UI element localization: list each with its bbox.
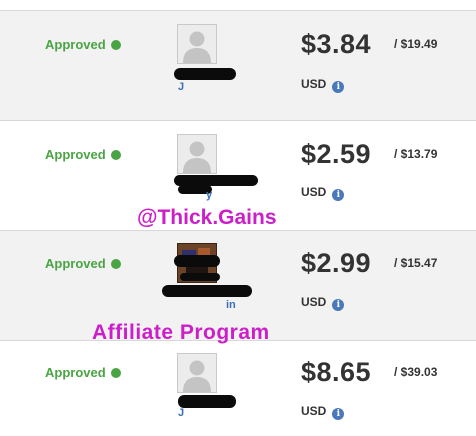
status-dot-icon [110, 40, 121, 50]
status-label: Approved [45, 365, 121, 381]
status-dot-icon [110, 368, 121, 378]
status-text: Approved [45, 147, 106, 162]
transaction-row: Approved J $3.84 / $19.49 USD i [0, 10, 476, 120]
status-text: Approved [45, 256, 106, 271]
info-icon[interactable]: i [332, 408, 345, 420]
redaction-mark [174, 255, 220, 267]
currency-label: USD i [301, 404, 345, 420]
currency-text: USD [301, 185, 327, 199]
info-icon[interactable]: i [332, 81, 345, 93]
user-link[interactable]: J [178, 407, 184, 420]
user-link[interactable]: y [206, 189, 212, 202]
status-label: Approved [45, 256, 121, 272]
currency-text: USD [301, 295, 327, 309]
status-label: Approved [45, 37, 121, 53]
user-avatar[interactable] [177, 353, 217, 393]
watermark-handle: @Thick.Gains [137, 206, 277, 229]
default-avatar-icon [183, 360, 211, 392]
status-label: Approved [45, 147, 121, 163]
default-avatar-icon [183, 141, 211, 173]
status-dot-icon [110, 259, 121, 269]
default-avatar-icon [183, 31, 211, 63]
watermark-caption: Affiliate Program [92, 321, 270, 344]
currency-label: USD i [301, 77, 345, 93]
redaction-mark [162, 285, 252, 297]
currency-text: USD [301, 404, 327, 418]
status-text: Approved [45, 37, 106, 52]
info-icon[interactable]: i [332, 189, 345, 201]
status-dot-icon [110, 150, 121, 160]
user-link[interactable]: J [178, 81, 184, 94]
redaction-mark [180, 273, 220, 281]
order-total: / $15.47 [394, 256, 438, 270]
redaction-mark [178, 395, 236, 408]
commission-amount: $8.65 [301, 357, 372, 387]
commission-amount: $2.59 [301, 139, 372, 169]
currency-label: USD i [301, 295, 345, 311]
currency-text: USD [301, 77, 327, 91]
order-total: / $39.03 [394, 365, 438, 379]
commission-amount: $3.84 [301, 29, 372, 59]
user-link[interactable]: in [226, 299, 236, 312]
currency-label: USD i [301, 185, 345, 201]
order-total: / $13.79 [394, 147, 438, 161]
order-total: / $19.49 [394, 37, 438, 51]
status-text: Approved [45, 365, 106, 380]
commission-amount: $2.99 [301, 248, 372, 278]
user-avatar[interactable] [177, 134, 217, 174]
redaction-mark [174, 68, 236, 80]
info-icon[interactable]: i [332, 299, 345, 311]
transaction-row: Approved J $8.65 / $39.03 USD i [0, 340, 476, 436]
user-avatar[interactable] [177, 24, 217, 64]
